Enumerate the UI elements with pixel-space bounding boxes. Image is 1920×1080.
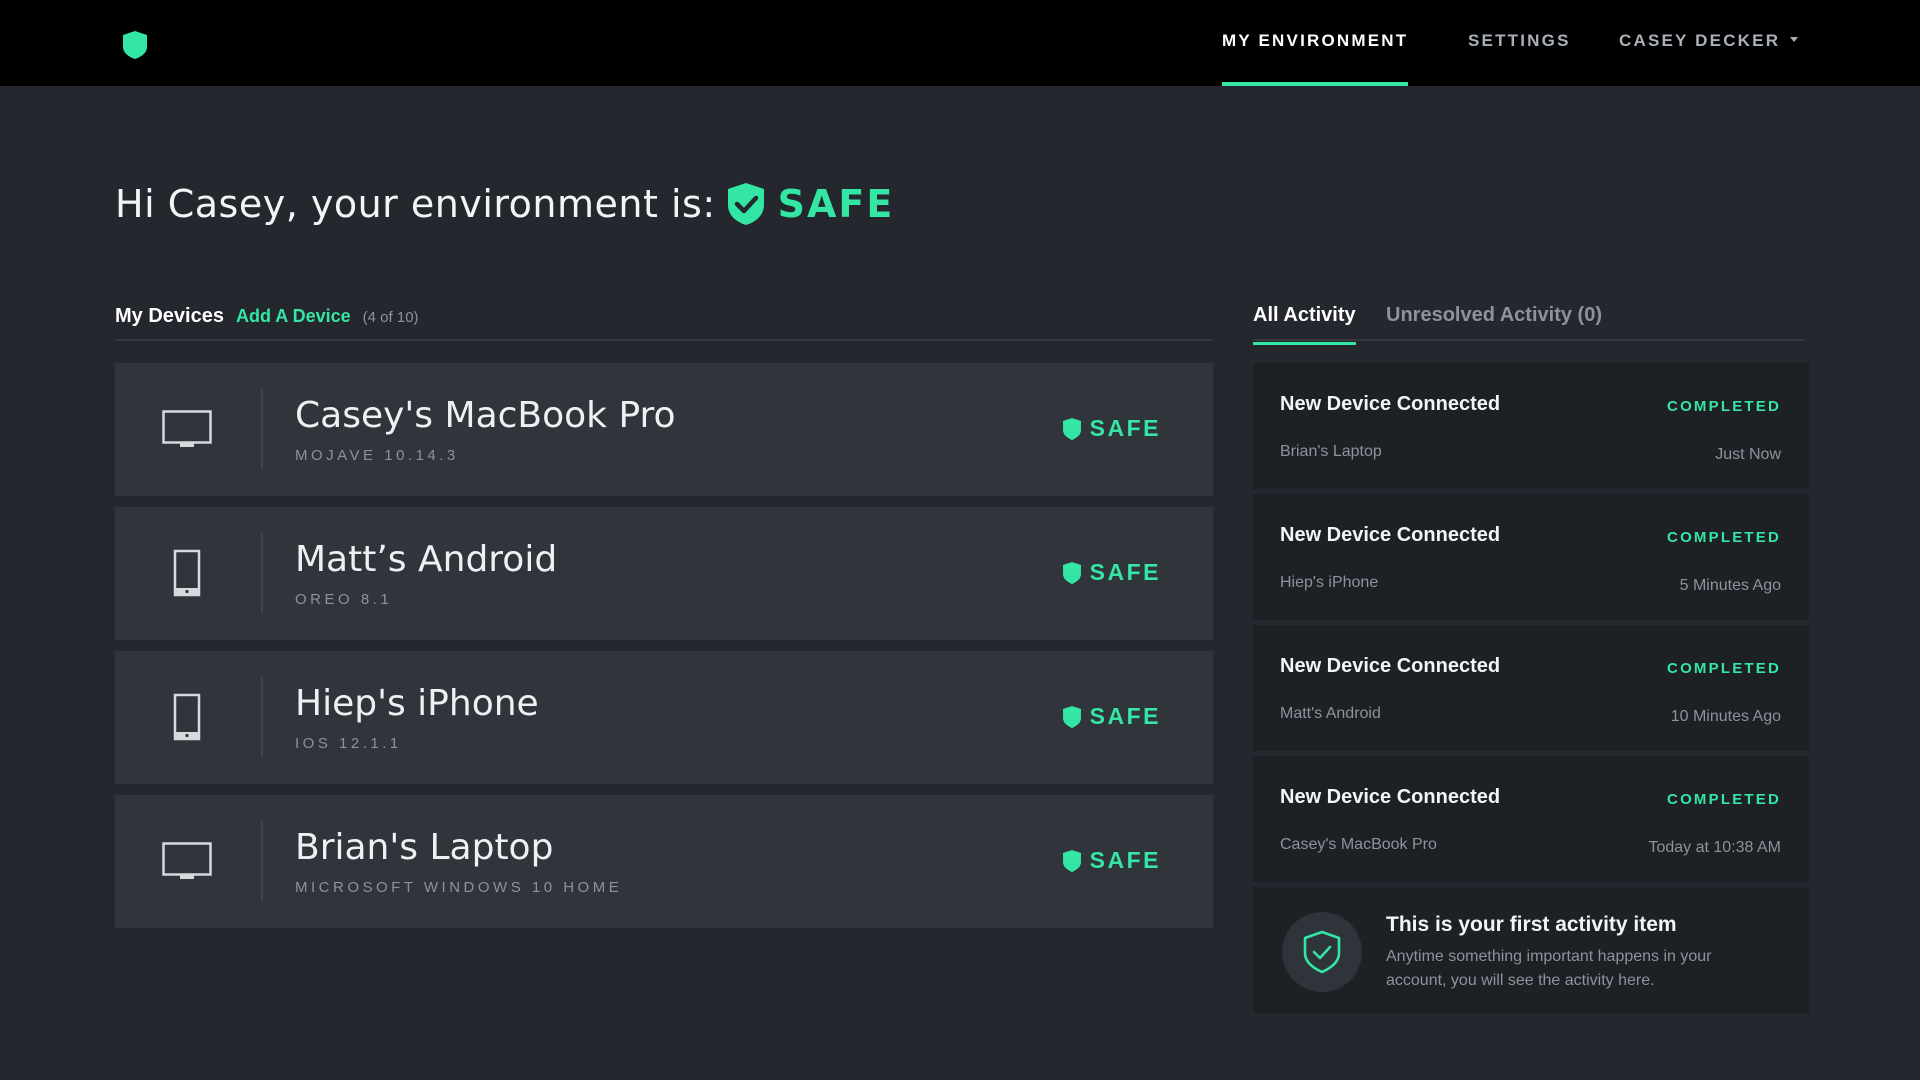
- activity-list: New Device Connected COMPLETED Brian's L…: [1253, 363, 1809, 1013]
- first-activity-item: This is your first activity item Anytime…: [1253, 887, 1809, 1013]
- shield-check-icon: [1282, 912, 1362, 992]
- user-name: CASEY DECKER: [1619, 31, 1781, 50]
- user-menu[interactable]: CASEY DECKER: [1619, 0, 1799, 86]
- activity-item[interactable]: New Device Connected COMPLETED Brian's L…: [1253, 363, 1809, 489]
- phone-icon: [160, 547, 214, 601]
- chevron-down-icon: [1790, 37, 1799, 43]
- shield-icon: [1062, 849, 1081, 872]
- device-os: MOJAVE 10.14.3: [295, 447, 459, 464]
- activity-item[interactable]: New Device Connected COMPLETED Hiep's iP…: [1253, 494, 1809, 620]
- device-name: Casey's MacBook Pro: [295, 395, 676, 436]
- divider: [261, 533, 263, 613]
- device-name: Matt’s Android: [295, 539, 558, 580]
- environment-status: SAFE: [777, 182, 895, 226]
- activity-time: 10 Minutes Ago: [1670, 708, 1781, 725]
- activity-item[interactable]: New Device Connected COMPLETED Matt's An…: [1253, 625, 1809, 751]
- device-os: OREO 8.1: [295, 591, 393, 608]
- shield-icon: [1062, 561, 1081, 584]
- greeting-text: Hi Casey, your environment is:: [115, 182, 716, 226]
- devices-header: My Devices Add A Device (4 of 10): [115, 305, 1213, 341]
- activity-tabs: All Activity Unresolved Activity (0): [1253, 300, 1805, 345]
- devices-title: My Devices: [115, 305, 224, 327]
- nav-my-environment[interactable]: MY ENVIRONMENT: [1222, 0, 1409, 86]
- nav-settings[interactable]: SETTINGS: [1468, 0, 1571, 86]
- device-status-label: SAFE: [1089, 703, 1161, 729]
- activity-device: Brian's Laptop: [1280, 443, 1382, 460]
- activity-title: New Device Connected: [1280, 524, 1501, 546]
- monitor-icon: [160, 403, 214, 457]
- device-card[interactable]: Hiep's iPhone IOS 12.1.1 SAFE: [115, 651, 1213, 784]
- top-navigation-bar: MY ENVIRONMENT SETTINGS CASEY DECKER: [0, 0, 1920, 86]
- monitor-icon: [160, 835, 214, 889]
- activity-device: Matt's Android: [1280, 705, 1381, 722]
- activity-status: COMPLETED: [1667, 791, 1781, 808]
- activity-time: 5 Minutes Ago: [1679, 577, 1781, 594]
- activity-time: Today at 10:38 AM: [1648, 839, 1781, 856]
- activity-status: COMPLETED: [1667, 398, 1781, 415]
- device-card[interactable]: Casey's MacBook Pro MOJAVE 10.14.3 SAFE: [115, 363, 1213, 496]
- device-os: MICROSOFT WINDOWS 10 HOME: [295, 879, 623, 896]
- device-card[interactable]: Matt’s Android OREO 8.1 SAFE: [115, 507, 1213, 640]
- device-os: IOS 12.1.1: [295, 735, 402, 752]
- divider: [261, 821, 263, 901]
- environment-status-heading: Hi Casey, your environment is: SAFE: [115, 176, 894, 232]
- activity-item[interactable]: New Device Connected COMPLETED Casey's M…: [1253, 756, 1809, 882]
- activity-device: Hiep's iPhone: [1280, 574, 1379, 591]
- device-name: Brian's Laptop: [295, 827, 554, 868]
- device-card[interactable]: Brian's Laptop MICROSOFT WINDOWS 10 HOME…: [115, 795, 1213, 928]
- activity-device: Casey's MacBook Pro: [1280, 836, 1437, 853]
- device-status: SAFE: [1062, 847, 1161, 874]
- device-status: SAFE: [1062, 415, 1161, 442]
- activity-title: New Device Connected: [1280, 393, 1501, 415]
- device-status-label: SAFE: [1089, 847, 1161, 873]
- device-status-label: SAFE: [1089, 559, 1161, 585]
- activity-title: New Device Connected: [1280, 655, 1501, 677]
- shield-check-icon: [727, 183, 764, 225]
- tab-all-activity[interactable]: All Activity: [1253, 304, 1356, 345]
- divider: [261, 677, 263, 757]
- phone-icon: [160, 691, 214, 745]
- add-device-link[interactable]: Add A Device: [236, 306, 351, 327]
- activity-title: New Device Connected: [1280, 786, 1501, 808]
- first-activity-title: This is your first activity item: [1386, 913, 1677, 936]
- first-activity-description: Anytime something important happens in y…: [1386, 948, 1712, 989]
- device-status-label: SAFE: [1089, 415, 1161, 441]
- activity-status: COMPLETED: [1667, 529, 1781, 546]
- shield-icon: [1062, 417, 1081, 440]
- shield-icon[interactable]: [122, 30, 148, 60]
- device-name: Hiep's iPhone: [295, 683, 539, 724]
- activity-time: Just Now: [1715, 446, 1781, 463]
- shield-icon: [1062, 705, 1081, 728]
- device-status: SAFE: [1062, 559, 1161, 586]
- activity-status: COMPLETED: [1667, 660, 1781, 677]
- divider: [261, 389, 263, 469]
- device-list: Casey's MacBook Pro MOJAVE 10.14.3 SAFE …: [115, 363, 1213, 939]
- device-status: SAFE: [1062, 703, 1161, 730]
- tab-unresolved-activity[interactable]: Unresolved Activity (0): [1386, 304, 1602, 327]
- device-count: (4 of 10): [362, 309, 419, 326]
